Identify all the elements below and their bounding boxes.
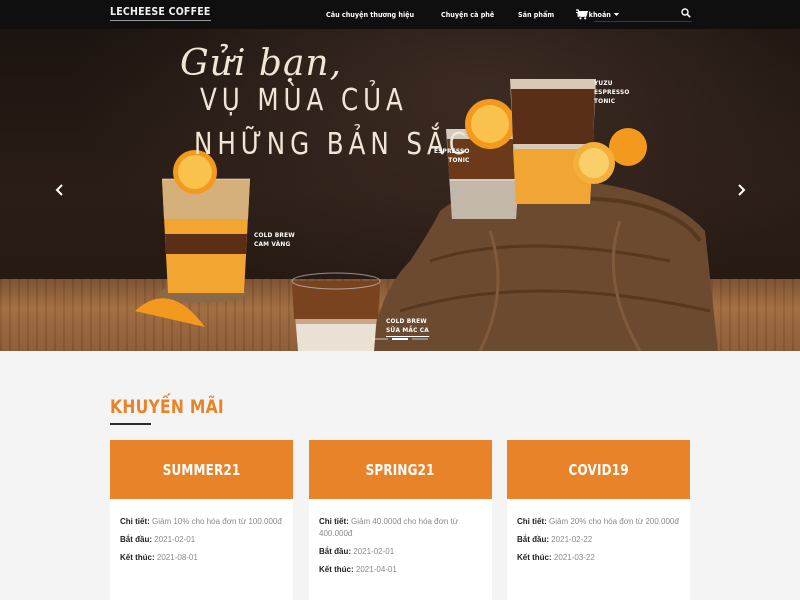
- promo-detail-row: Chi tiết: Giảm 10% cho hóa đơn từ 100.00…: [120, 516, 283, 528]
- detail-label: Chi tiết:: [120, 517, 150, 526]
- promo-card-body: Chi tiết: Giảm 40.000đ cho hóa đơn từ 40…: [309, 499, 492, 576]
- promo-card: SPRING21 Chi tiết: Giảm 40.000đ cho hóa …: [309, 440, 492, 600]
- promo-end-row: Kết thúc: 2021-03-22: [517, 552, 680, 564]
- promo-end-row: Kết thúc: 2021-04-01: [319, 564, 482, 576]
- promo-card-body: Chi tiết: Giảm 20% cho hóa đơn từ 200.00…: [507, 499, 690, 564]
- detail-value: Giảm 10% cho hóa đơn từ 100.000đ: [152, 517, 282, 526]
- promo-code: SPRING21: [365, 460, 436, 479]
- carousel-indicator[interactable]: [372, 338, 388, 340]
- promo-card: COVID19 Chi tiết: Giảm 20% cho hóa đơn t…: [507, 440, 690, 600]
- promo-detail-row: Chi tiết: Giảm 40.000đ cho hóa đơn từ 40…: [319, 516, 482, 540]
- end-label: Kết thúc:: [517, 553, 552, 562]
- promo-section-title: KHUYẾN MÃI: [110, 396, 224, 418]
- promo-start-row: Bắt đầu: 2021-02-01: [319, 546, 482, 558]
- label-line: ESPRESSO: [594, 88, 630, 96]
- end-label: Kết thúc:: [319, 565, 354, 574]
- label-line: COLD BREW: [386, 317, 427, 325]
- carousel-indicator[interactable]: [412, 338, 428, 340]
- hero-headline-line-2: NHỮNG BẢN SẮC: [194, 127, 471, 162]
- end-value: 2021-04-01: [355, 565, 397, 574]
- promo-card-body: Chi tiết: Giảm 10% cho hóa đơn từ 100.00…: [110, 499, 293, 564]
- search-icon[interactable]: [681, 8, 691, 18]
- start-value: 2021-02-01: [353, 547, 395, 556]
- search-input[interactable]: [594, 4, 676, 22]
- carousel-indicator-active[interactable]: [392, 338, 408, 340]
- promo-start-row: Bắt đầu: 2021-02-01: [120, 534, 283, 546]
- label-cold-brew-sua-mac-ca: COLD BREW SỮA MẮC CA: [386, 317, 429, 337]
- hero-script-greeting: Gửi bạn,: [180, 43, 343, 84]
- promo-code: SUMMER21: [162, 460, 241, 479]
- navbar: LECHEESE COFFEE Câu chuyện thương hiệu C…: [0, 0, 800, 29]
- label-line: ESPRESSO: [433, 147, 470, 155]
- promo-code: COVID19: [568, 460, 629, 479]
- promo-card: SUMMER21 Chi tiết: Giảm 10% cho hóa đơn …: [110, 440, 293, 600]
- shopping-cart-icon[interactable]: [576, 9, 588, 20]
- search-box: [594, 4, 692, 22]
- label-line: TONIC: [448, 156, 470, 164]
- promo-start-row: Bắt đầu: 2021-02-22: [517, 534, 680, 546]
- detail-label: Chi tiết:: [517, 517, 547, 526]
- drink-images: [135, 79, 647, 351]
- label-line: TONIC: [594, 97, 616, 105]
- promo-detail-row: Chi tiết: Giảm 20% cho hóa đơn từ 200.00…: [517, 516, 680, 528]
- detail-value: Giảm 20% cho hóa đơn từ 200.000đ: [549, 517, 679, 526]
- hero-carousel: Gửi bạn, VỤ MÙA CỦA NHỮNG BẢN SẮC YUZU E…: [0, 29, 800, 351]
- yuzu-espresso-tonic-drink-image: [510, 79, 596, 204]
- promo-card-header: COVID19: [507, 440, 690, 499]
- label-yuzu-espresso-tonic: YUZU ESPRESSO TONIC: [594, 79, 630, 106]
- cold-brew-macadamia-drink-image: [291, 272, 381, 351]
- chevron-left-icon[interactable]: [54, 183, 66, 197]
- carousel-indicators: [372, 338, 428, 340]
- promo-card-header: SUMMER21: [110, 440, 293, 499]
- label-line: COLD BREW: [254, 231, 295, 239]
- start-value: 2021-02-22: [551, 535, 593, 544]
- section-divider: [110, 423, 151, 425]
- label-line: SỮA MẮC CA: [386, 326, 429, 334]
- end-value: 2021-08-01: [156, 553, 198, 562]
- promo-card-header: SPRING21: [309, 440, 492, 499]
- brand-logo[interactable]: LECHEESE COFFEE: [110, 7, 211, 21]
- start-label: Bắt đầu:: [319, 547, 351, 556]
- label-espresso-tonic: ESPRESSO TONIC: [434, 147, 470, 165]
- nav-link-coffee-story[interactable]: Chuyện cà phê: [441, 11, 494, 19]
- promo-end-row: Kết thúc: 2021-08-01: [120, 552, 283, 564]
- label-line: CAM VÀNG: [254, 240, 291, 248]
- end-value: 2021-03-22: [553, 553, 595, 562]
- detail-label: Chi tiết:: [319, 517, 349, 526]
- nav-link-products[interactable]: Sản phẩm: [518, 11, 554, 19]
- start-value: 2021-02-01: [154, 535, 196, 544]
- label-cold-brew-cam-vang: COLD BREW CAM VÀNG: [254, 231, 295, 249]
- end-label: Kết thúc:: [120, 553, 155, 562]
- hero-headline-line-1: VỤ MÙA CỦA: [200, 83, 408, 118]
- start-label: Bắt đầu:: [517, 535, 549, 544]
- start-label: Bắt đầu:: [120, 535, 152, 544]
- cold-brew-orange-drink-image: [158, 150, 250, 303]
- nav-link-brand-story[interactable]: Câu chuyện thương hiệu: [326, 11, 414, 19]
- label-line: YUZU: [594, 79, 613, 87]
- chevron-right-icon[interactable]: [735, 183, 747, 197]
